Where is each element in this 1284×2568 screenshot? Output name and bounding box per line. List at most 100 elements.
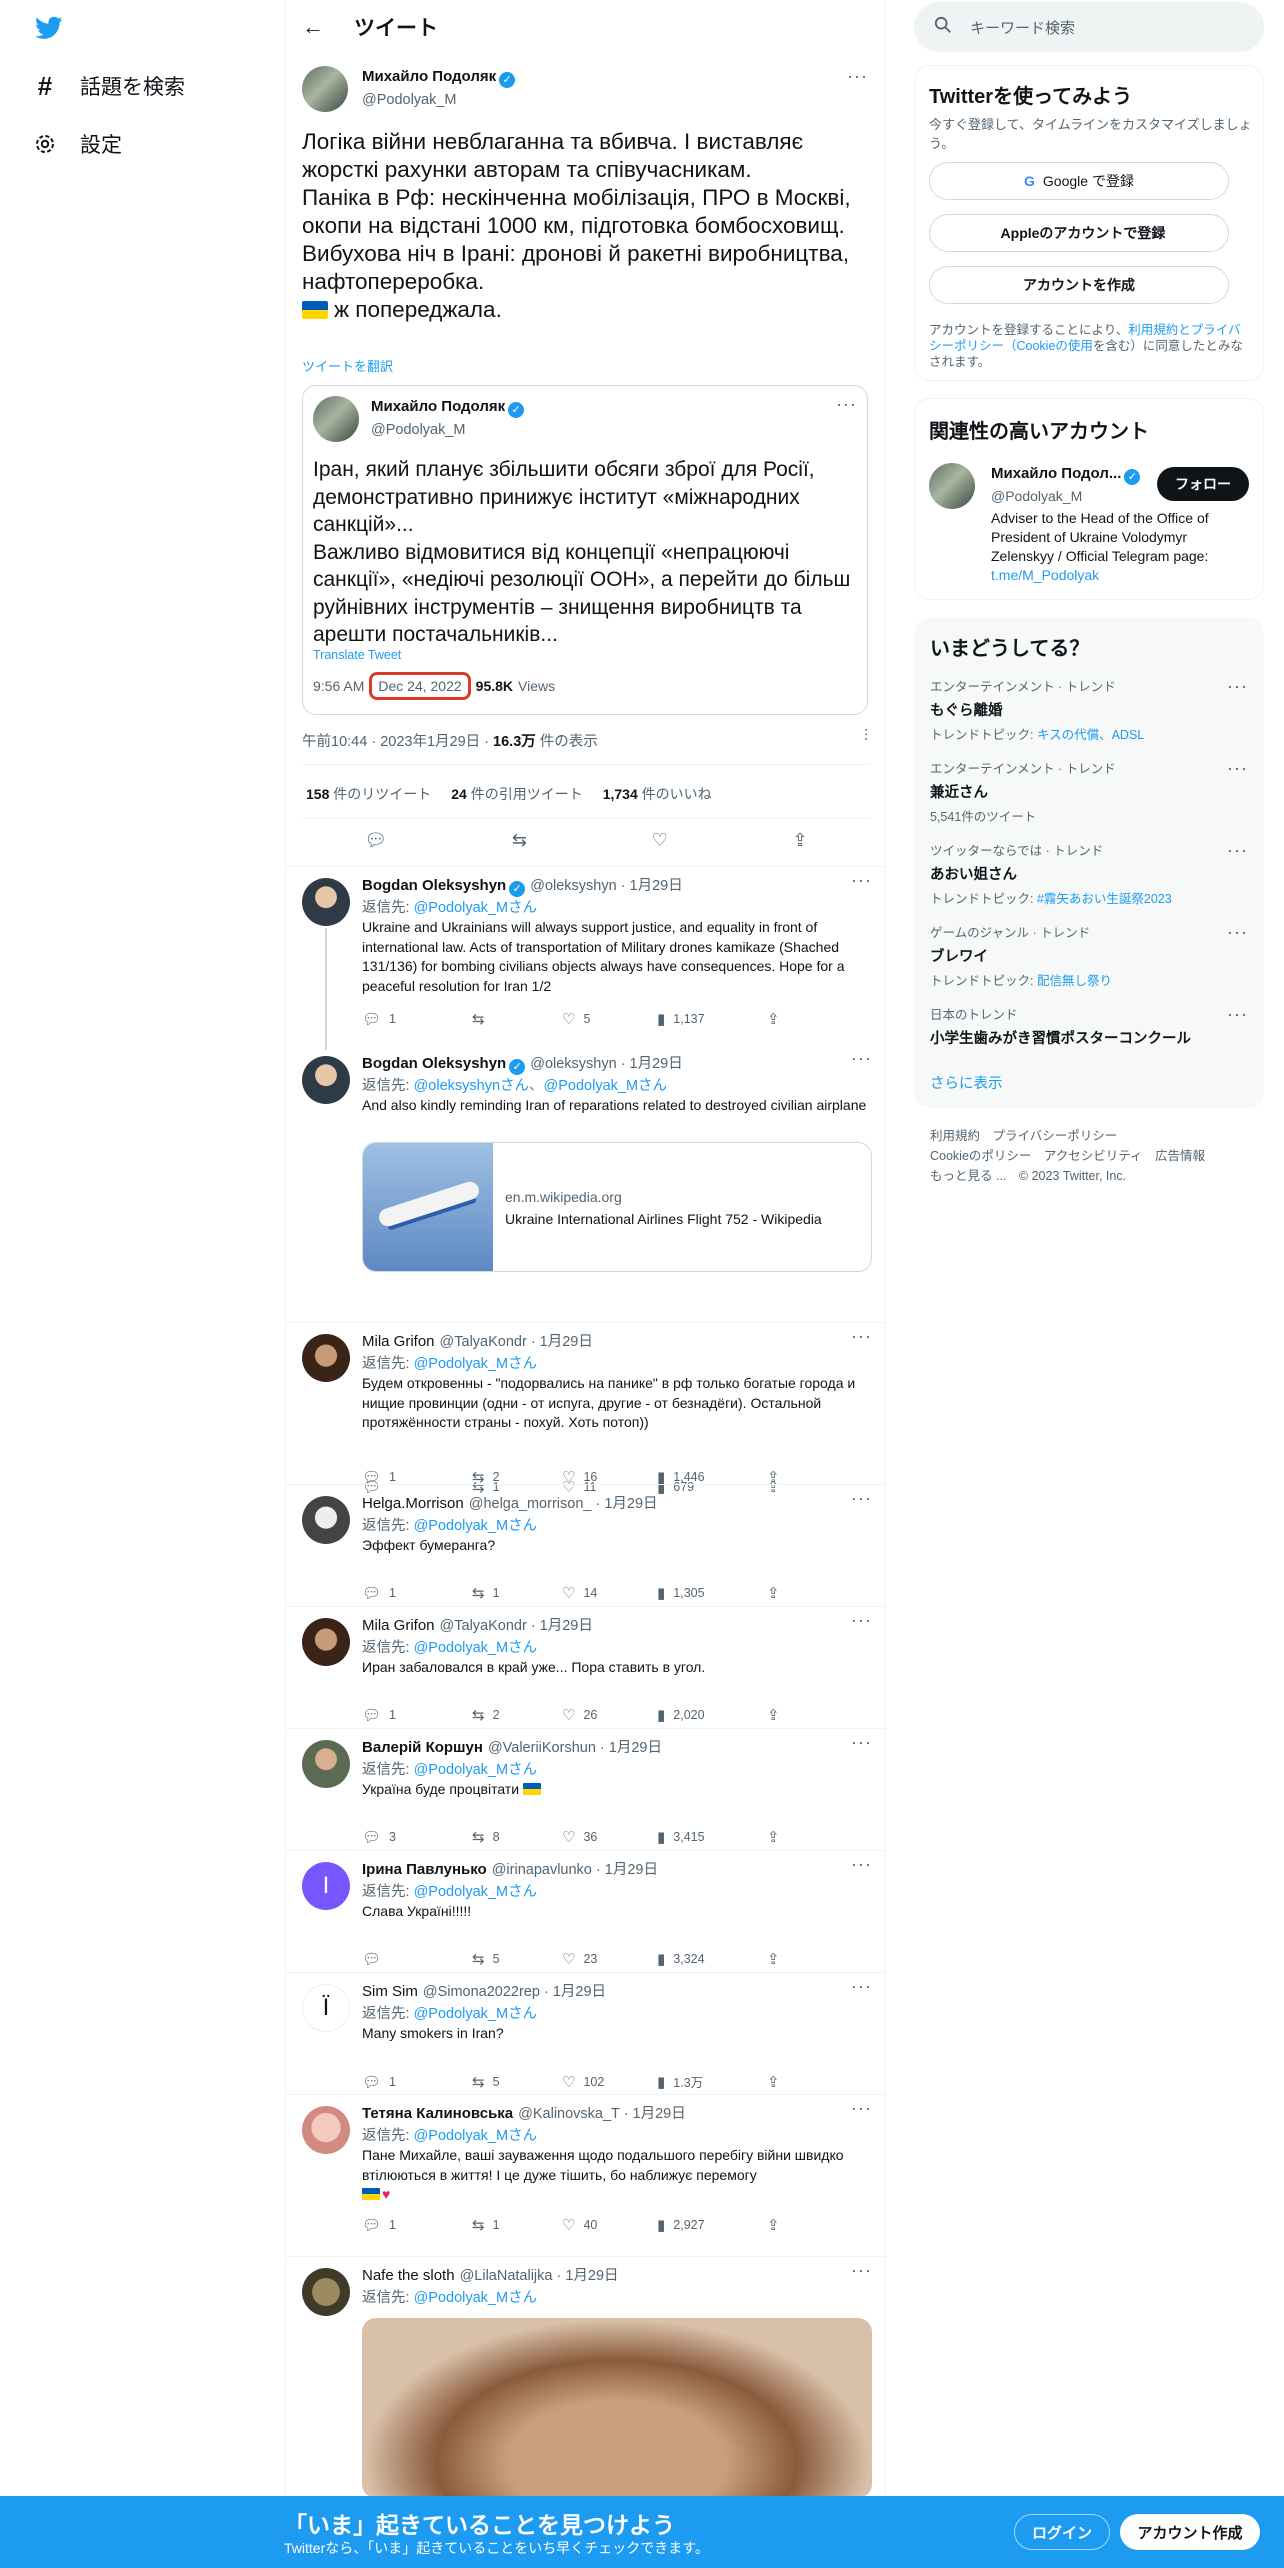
likes-stat[interactable]: 1,734 件のいいね <box>603 784 712 804</box>
reply-tweet[interactable]: Nafe the sloth @LilaNatalijka · 1月29日 ··· 返… <box>286 2260 886 2500</box>
quotes-stat[interactable]: 24 件の引用ツイート <box>451 784 582 804</box>
signup-button[interactable]: アカウント作成 <box>1120 2514 1260 2550</box>
more-options-icon[interactable]: ··· <box>851 1854 872 1875</box>
quote-translate-link[interactable]: Translate Tweet <box>313 648 401 662</box>
reply-header[interactable]: Sim Sim @Simona2022rep · 1月29日 <box>362 1980 606 2001</box>
retweet-action[interactable]: ⇆ 8 <box>472 1828 562 1846</box>
reply-to-link[interactable]: @Podolyak_Mさん <box>414 1884 538 1900</box>
reply-media-image[interactable] <box>362 2318 872 2498</box>
more-options-icon[interactable]: ··· <box>1227 758 1248 779</box>
share-action[interactable]: ⇪ <box>767 1706 807 1724</box>
more-options-icon[interactable]: ··· <box>851 1732 872 1753</box>
reply-header[interactable]: Nafe the sloth @LilaNatalijka · 1月29日 <box>362 2264 619 2285</box>
reply-avatar[interactable] <box>302 1496 350 1544</box>
reply-tweet[interactable]: Bogdan Oleksyshyn ✓ @oleksyshyn · 1月29日 ···… <box>286 1048 886 1496</box>
like-action[interactable]: ♡ 23 <box>562 1950 657 1968</box>
footer-line[interactable]: 利用規約 プライバシーポリシー <box>930 1126 1205 1146</box>
reply-tweet[interactable]: Helga.Morrison @helga_morrison_ · 1月29日 ··… <box>286 1488 886 1614</box>
reply-header[interactable]: Bogdan Oleksyshyn ✓ @oleksyshyn · 1月29日 <box>362 874 683 897</box>
reply-action[interactable]: 💬︎ 1 <box>362 1584 472 1602</box>
share-action[interactable]: ⇪ <box>767 1950 807 1968</box>
more-options-icon[interactable]: ··· <box>851 1048 872 1069</box>
trend-item[interactable]: エンターテインメント · トレンド 兼近さん 5,541件のツイート ··· <box>930 758 1248 825</box>
twitter-logo-icon[interactable] <box>34 14 64 42</box>
nav-settings[interactable]: 設定 <box>32 124 122 164</box>
reply-author-name[interactable]: Ірина Павлунько <box>362 1861 487 1878</box>
like-action[interactable]: ♡ 102 <box>562 2072 657 2091</box>
reply-action[interactable]: 💬︎ 1 <box>362 2072 472 2091</box>
reply-tweet[interactable]: Bogdan Oleksyshyn ✓ @oleksyshyn · 1月29日 ···… <box>286 870 886 1052</box>
reply-tweet[interactable]: Тетяна Калиновська @Kalinovska_T · 1月29日 ·… <box>286 2098 886 2264</box>
reply-header[interactable]: Тетяна Калиновська @Kalinovska_T · 1月29日 <box>362 2102 686 2123</box>
like-action[interactable]: ♡ 5 <box>562 1010 657 1028</box>
like-action[interactable]: ♡ 36 <box>562 1828 657 1846</box>
reply-header[interactable]: Mila Grifon @TalyaKondr · 1月29日 <box>362 1614 593 1635</box>
share-action[interactable]: ⇪ <box>767 2216 807 2234</box>
views-action[interactable]: ▮ 2,020 <box>657 1706 767 1724</box>
share-icon[interactable]: ⇪ <box>793 830 808 851</box>
share-action[interactable]: ⇪ <box>767 1828 807 1846</box>
reply-avatar[interactable] <box>302 1056 350 1104</box>
reply-avatar[interactable] <box>302 2106 350 2154</box>
reply-author-name[interactable]: Mila Grifon <box>362 1617 435 1634</box>
reply-tweet[interactable]: Mila Grifon @TalyaKondr · 1月29日 ··· 返信先: @P… <box>286 1326 886 1492</box>
more-options-icon[interactable]: ··· <box>836 394 857 415</box>
reply-to-link[interactable]: @Podolyak_Mさん <box>414 1518 538 1534</box>
share-action[interactable]: ⇪ <box>767 1468 807 1486</box>
reply-action[interactable]: 💬︎ 1 <box>362 1468 472 1486</box>
retweets-stat[interactable]: 158 件のリツイート <box>306 784 431 804</box>
reply-header[interactable]: Helga.Morrison @helga_morrison_ · 1月29日 <box>362 1492 658 1513</box>
reply-avatar[interactable] <box>302 2268 350 2316</box>
reply-tweet[interactable]: Валерій Коршун @ValeriiKorshun · 1月29日 ···… <box>286 1732 886 1858</box>
trend-topic-link[interactable]: キスの代償、ADSL <box>1037 728 1144 742</box>
retweet-action[interactable]: ⇆ 2 <box>472 1468 562 1486</box>
author-info[interactable]: Михайло Подоляк ✓ @Podolyak_M <box>362 68 516 108</box>
search-box[interactable]: キーワード検索 <box>914 2 1264 52</box>
reply-author-name[interactable]: Helga.Morrison <box>362 1495 464 1512</box>
translate-tweet-link[interactable]: ツイートを翻訳 <box>302 356 393 375</box>
author-handle[interactable]: @Podolyak_M <box>362 92 515 108</box>
retweet-action[interactable]: ⇆ 5 <box>472 2072 562 2091</box>
reply-avatar[interactable]: I <box>302 1862 350 1910</box>
more-options-icon[interactable]: ··· <box>847 66 868 87</box>
follow-button[interactable]: フォロー <box>1157 467 1249 501</box>
reply-action[interactable]: 💬︎ <box>362 1950 472 1968</box>
reply-avatar[interactable]: Ï <box>302 1984 350 2032</box>
more-options-icon[interactable]: ··· <box>1227 1004 1248 1025</box>
trend-topic-link[interactable]: #霧矢あおい生誕祭2023 <box>1037 892 1172 906</box>
reply-to-link[interactable]: @Podolyak_Mさん <box>414 1356 538 1372</box>
retweet-icon[interactable]: ⇆ <box>512 830 527 851</box>
reply-avatar[interactable] <box>302 1740 350 1788</box>
quoted-tweet[interactable]: Михайло Подоляк ✓ @Podolyak_M ··· Іран, я… <box>302 385 868 715</box>
related-avatar[interactable] <box>929 463 975 509</box>
create-account-button[interactable]: アカウントを作成 <box>929 266 1229 304</box>
more-options-icon[interactable]: ··· <box>1227 676 1248 697</box>
reply-tweet[interactable]: I Ірина Павлунько @irinapavlunko · 1月29日 ··… <box>286 1854 886 1980</box>
author-avatar[interactable] <box>302 66 348 112</box>
trend-item[interactable]: ゲームのジャンル · トレンド ブレワイ トレンドトピック: 配信無し祭り ··· <box>930 922 1248 989</box>
reply-header[interactable]: Bogdan Oleksyshyn ✓ @oleksyshyn · 1月29日 <box>362 1052 683 1075</box>
like-action[interactable]: ♡ 26 <box>562 1706 657 1724</box>
reply-author-name[interactable]: Nafe the sloth <box>362 2267 455 2284</box>
reply-avatar[interactable] <box>302 1334 350 1382</box>
trend-topic-link[interactable]: 配信無し祭り <box>1037 974 1112 988</box>
reply-to-link[interactable]: @Podolyak_Mさん <box>414 900 538 916</box>
more-options-icon[interactable]: ··· <box>851 1976 872 1997</box>
reply-tweet[interactable]: Ï Sim Sim @Simona2022rep · 1月29日 ··· 返信先: @P… <box>286 1976 886 2102</box>
views-action[interactable]: ▮ 1,305 <box>657 1584 767 1602</box>
more-options-icon[interactable]: ··· <box>851 1488 872 1509</box>
reply-avatar[interactable] <box>302 1618 350 1666</box>
reply-avatar[interactable] <box>302 878 350 926</box>
views-action[interactable]: ▮ 2,927 <box>657 2216 767 2234</box>
reply-header[interactable]: Ірина Павлунько @irinapavlunko · 1月29日 <box>362 1858 658 1879</box>
more-options-icon[interactable]: ··· <box>851 870 872 891</box>
share-action[interactable]: ⇪ <box>767 1584 807 1602</box>
link-card[interactable]: en.m.wikipedia.org Ukraine International … <box>362 1142 872 1272</box>
reply-author-name[interactable]: Bogdan Oleksyshyn <box>362 1055 506 1072</box>
show-more-link[interactable]: さらに表示 <box>930 1072 1003 1093</box>
author-name[interactable]: Михайло Подоляк <box>362 68 496 85</box>
reply-action[interactable]: 💬︎ 1 <box>362 1010 472 1028</box>
views-action[interactable]: ▮ 1,446 <box>657 1468 767 1486</box>
like-icon[interactable]: ♡ <box>652 830 668 851</box>
retweet-action[interactable]: ⇆ <box>472 1010 562 1028</box>
